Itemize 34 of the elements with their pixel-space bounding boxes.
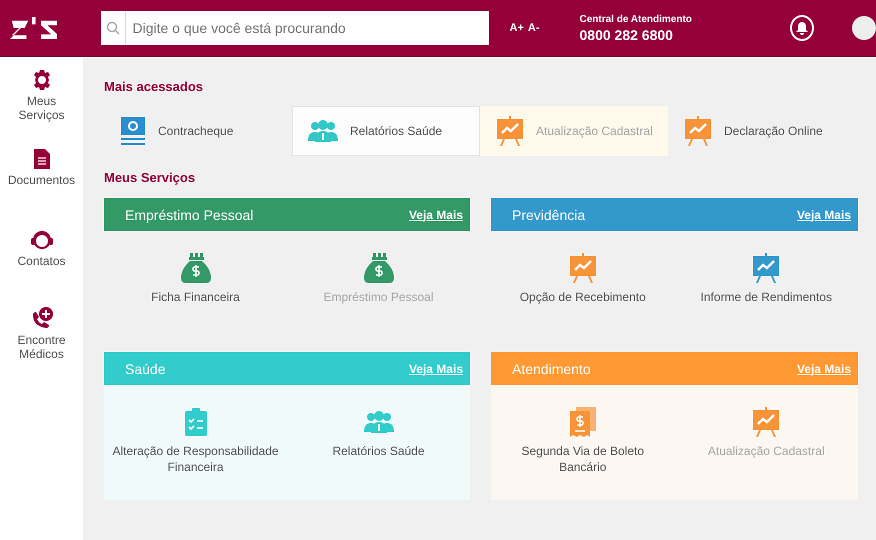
shortcut-tile[interactable]: Relatórios Saúde [292, 106, 480, 156]
phone-plus-icon [30, 307, 52, 329]
service-link[interactable]: Informe de Rendimentos [674, 231, 858, 346]
card-title: Saúde [125, 360, 166, 376]
card-title: Previdência [512, 206, 586, 222]
notification-button[interactable] [790, 15, 814, 41]
service-link[interactable]: Opção de Recebimento [491, 231, 674, 346]
sidebar-item[interactable]: Encontre Médicos [4, 307, 80, 386]
section-title: Meus Serviços [104, 170, 196, 185]
service-link[interactable]: Ficha Financeira [104, 231, 287, 346]
font-size-button[interactable]: A+ [510, 22, 524, 34]
avatar-icon[interactable] [852, 16, 876, 40]
bell-icon [796, 22, 808, 34]
support-label: Central de Atendimento [580, 14, 692, 24]
section-title: Mais acessados [104, 79, 204, 94]
service-link[interactable]: Segunda Via de Boleto Bancário [491, 385, 674, 500]
shortcut-tile[interactable]: Contracheque [104, 106, 292, 156]
support-phone: 0800 282 6800 [580, 26, 674, 42]
see-more-link[interactable]: Veja Mais [408, 208, 463, 222]
sidebar-item[interactable]: Contatos [4, 228, 80, 307]
service-link[interactable]: Alteração de Responsabilidade Financeira [104, 385, 287, 500]
shortcut-tile[interactable]: Declaração Online [668, 106, 856, 156]
sidebar-item[interactable]: Meus Serviços [4, 70, 80, 149]
gear-icon [32, 70, 52, 90]
card-title: Empréstimo Pessoal [125, 206, 254, 222]
headset-icon [30, 228, 52, 250]
font-size-button[interactable]: A- [528, 22, 540, 34]
service-link[interactable]: Relatórios Saúde [287, 385, 470, 500]
card-title: Atendimento [512, 360, 591, 376]
logo-icon[interactable] [10, 14, 58, 42]
search-icon [106, 21, 120, 35]
sidebar-item[interactable]: Documentos [6, 149, 76, 228]
search-field[interactable]: Digite o que você está procurando [126, 11, 489, 45]
document-icon [34, 149, 50, 169]
